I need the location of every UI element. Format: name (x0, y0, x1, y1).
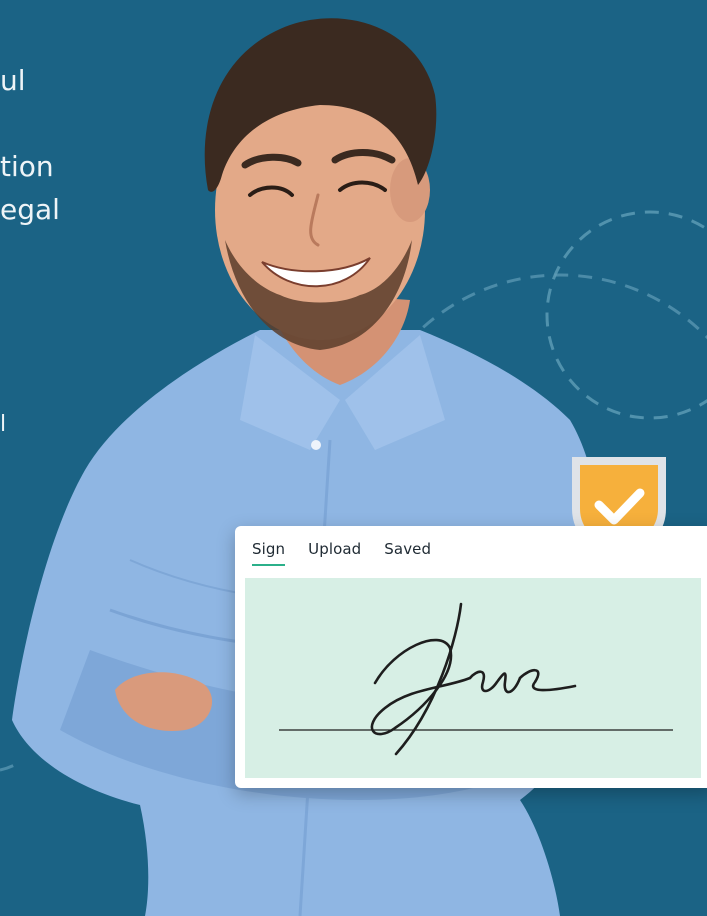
tab-saved[interactable]: Saved (384, 540, 431, 566)
handwritten-signature (370, 602, 577, 756)
signature-tabs: Sign Upload Saved (252, 540, 431, 566)
signature-card: Sign Upload Saved (235, 526, 707, 788)
tab-sign[interactable]: Sign (252, 540, 286, 566)
signature-pad[interactable] (245, 578, 701, 778)
tab-upload[interactable]: Upload (308, 540, 361, 566)
